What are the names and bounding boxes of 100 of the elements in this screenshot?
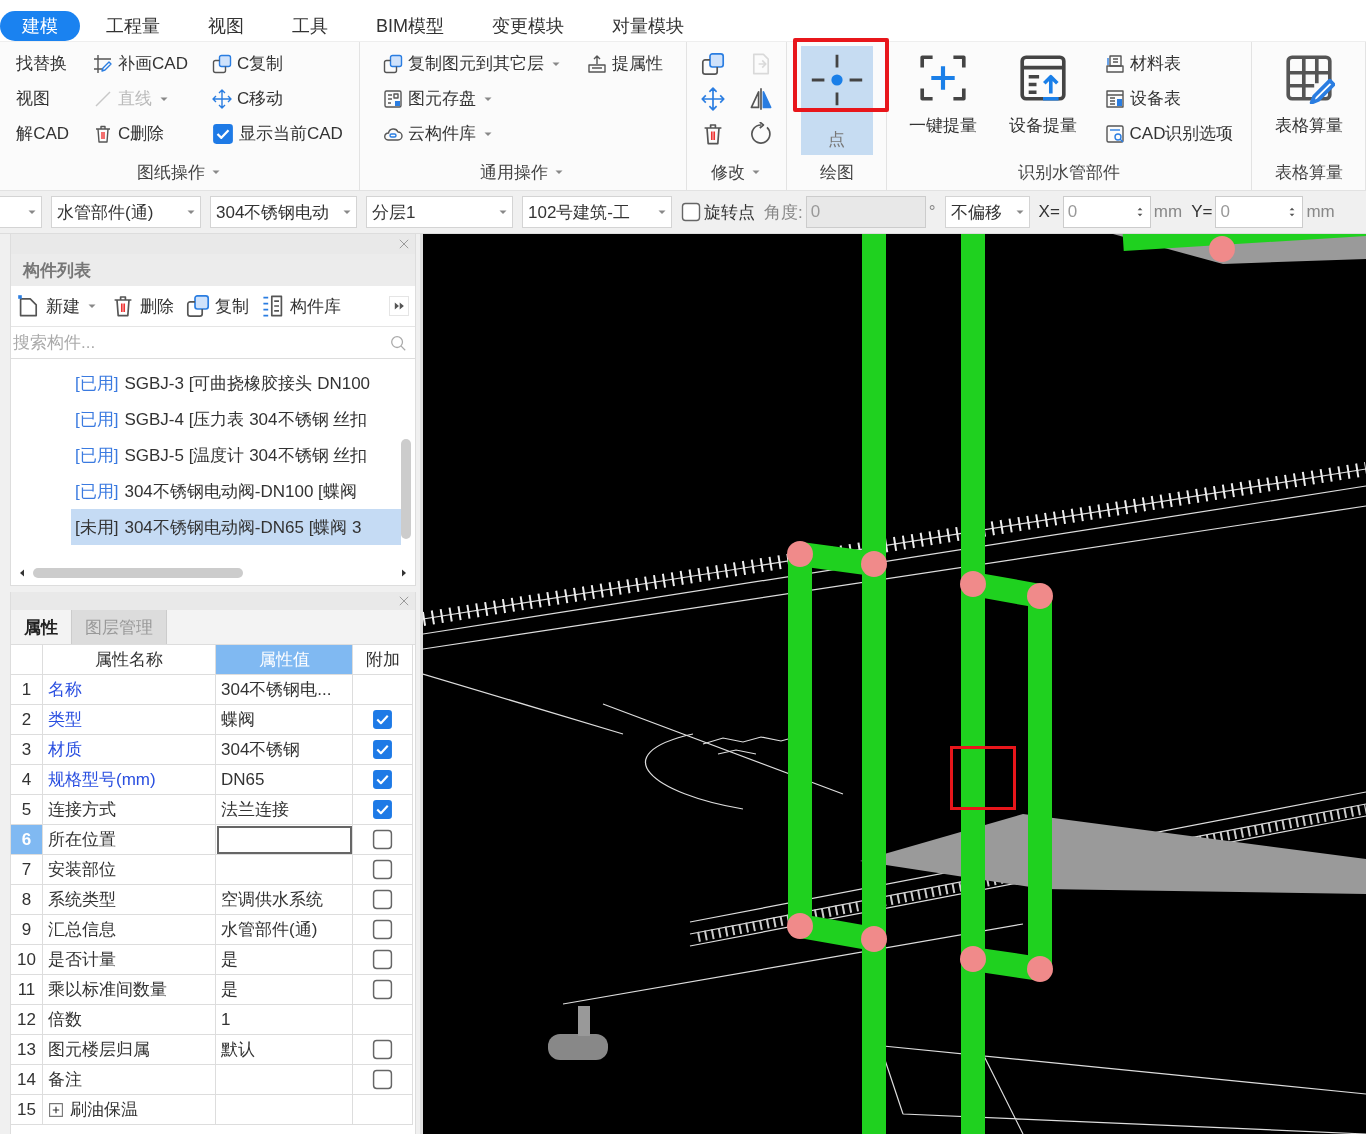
- ribbon-tab[interactable]: 对量模块: [590, 10, 706, 41]
- property-name[interactable]: 类型: [48, 708, 82, 731]
- close-icon[interactable]: [397, 594, 411, 608]
- ribbon-tab[interactable]: 视图: [186, 10, 266, 41]
- toolbar-button[interactable]: 复制: [186, 294, 249, 318]
- checkbox[interactable]: [372, 739, 393, 760]
- checkbox-label[interactable]: 旋转点: [704, 200, 755, 224]
- mirror-icon[interactable]: [748, 86, 773, 111]
- property-value[interactable]: 法兰连接: [221, 798, 289, 821]
- property-name[interactable]: 系统类型: [48, 888, 116, 911]
- property-value[interactable]: 蝶阀: [221, 708, 255, 731]
- checkbox[interactable]: [372, 1069, 393, 1090]
- property-value[interactable]: 是: [221, 948, 238, 971]
- property-name[interactable]: 所在位置: [48, 828, 116, 851]
- toolbar-button[interactable]: 构件库: [261, 294, 341, 318]
- group-label: 绘图: [819, 161, 854, 184]
- property-name[interactable]: 安装部位: [48, 858, 116, 881]
- dropdown[interactable]: 分层1: [366, 196, 513, 228]
- search-field[interactable]: 搜索构件...: [13, 332, 313, 353]
- property-value[interactable]: 空调供水系统: [221, 888, 323, 911]
- property-name[interactable]: 连接方式: [48, 798, 116, 821]
- list-item[interactable]: [已用] SGBJ-5 [温度计 304不锈钢 丝扣: [71, 437, 401, 473]
- ribbon-button[interactable]: 云构件库: [383, 122, 563, 145]
- input-field[interactable]: [216, 825, 353, 855]
- ribbon-button[interactable]: C复制: [211, 52, 343, 75]
- ribbon-button[interactable]: CAD识别选项: [1104, 122, 1234, 145]
- ribbon-large-button[interactable]: 表格算量: [1270, 46, 1347, 155]
- ribbon-tab[interactable]: 变更模块: [470, 10, 586, 41]
- move-icon[interactable]: [700, 86, 725, 111]
- ribbon-button[interactable]: 复制图元到其它层: [383, 52, 563, 75]
- ribbon-tab[interactable]: 建模: [0, 10, 80, 41]
- ribbon-button[interactable]: 设备表: [1104, 87, 1234, 110]
- checkbox[interactable]: [372, 979, 393, 1000]
- dropdown[interactable]: 102号建筑-工: [522, 196, 672, 228]
- ribbon-button[interactable]: 补画CAD: [93, 52, 188, 75]
- checkbox[interactable]: [372, 769, 393, 790]
- property-value[interactable]: 304不锈钢: [221, 738, 301, 761]
- rotate-icon[interactable]: [748, 121, 773, 146]
- checkbox[interactable]: [372, 949, 393, 970]
- ribbon-button[interactable]: 找替换: [16, 52, 70, 75]
- checkbox[interactable]: [372, 709, 393, 730]
- list-item[interactable]: [已用] SGBJ-3 [可曲挠橡胶接头 DN100: [71, 365, 401, 401]
- expand-icon[interactable]: [48, 1101, 64, 1118]
- list-item[interactable]: [已用] 304不锈钢电动阀-DN100 [蝶阀: [71, 473, 401, 509]
- property-name[interactable]: 刷油保温: [70, 1098, 138, 1121]
- property-name[interactable]: 是否计量: [48, 948, 116, 971]
- property-name[interactable]: 备注: [48, 1068, 82, 1091]
- ribbon-tab[interactable]: 工具: [270, 10, 350, 41]
- scrollbar-thumb[interactable]: [33, 568, 243, 578]
- document-tray-icon: [1104, 53, 1125, 74]
- ribbon-button[interactable]: 图元存盘: [383, 87, 563, 110]
- ribbon-button[interactable]: 视图: [16, 87, 70, 110]
- group-label: 通用操作: [480, 161, 548, 184]
- checkbox[interactable]: [681, 202, 701, 222]
- property-name[interactable]: 材质: [48, 738, 82, 761]
- checkbox[interactable]: [372, 1039, 393, 1060]
- ribbon-button[interactable]: 提属性: [587, 52, 663, 75]
- property-value[interactable]: 默认: [221, 1038, 255, 1061]
- toolbar-button[interactable]: 新建: [17, 294, 99, 318]
- ribbon-button[interactable]: 解CAD: [16, 122, 70, 145]
- property-value[interactable]: DN65: [221, 769, 265, 790]
- checkbox[interactable]: [372, 889, 393, 910]
- column-header[interactable]: 附加: [353, 645, 413, 675]
- property-value[interactable]: 304不锈钢电...: [221, 678, 332, 701]
- dropdown[interactable]: 304不锈钢电动: [210, 196, 357, 228]
- ribbon-tab[interactable]: 工程量: [84, 10, 182, 41]
- ribbon-button[interactable]: C移动: [211, 87, 343, 110]
- checkbox[interactable]: [211, 122, 234, 145]
- property-name[interactable]: 乘以标准间数量: [48, 978, 167, 1001]
- scrollbar-thumb[interactable]: [401, 439, 411, 539]
- checkbox[interactable]: [372, 799, 393, 820]
- dropdown[interactable]: 水管部件(通): [51, 196, 201, 228]
- property-name[interactable]: 汇总信息: [48, 918, 116, 941]
- checkbox[interactable]: [372, 859, 393, 880]
- search-icon[interactable]: [389, 333, 407, 352]
- list-item[interactable]: [未用] 304不锈钢电动阀-DN65 [蝶阀 3: [71, 509, 401, 545]
- property-name[interactable]: 倍数: [48, 1008, 82, 1031]
- row-number: 8: [11, 885, 43, 915]
- property-name[interactable]: 规格型号(mm): [48, 768, 156, 791]
- ribbon-button[interactable]: 材料表: [1104, 52, 1234, 75]
- close-icon[interactable]: [397, 237, 411, 251]
- dropdown[interactable]: 不偏移: [944, 196, 1030, 228]
- toolbar-button[interactable]: 删除: [111, 294, 174, 318]
- property-value[interactable]: 水管部件(通): [221, 918, 318, 941]
- property-name[interactable]: 名称: [48, 678, 82, 701]
- field-label: X=: [1038, 202, 1060, 222]
- checkbox-label[interactable]: 显示当前CAD: [238, 122, 343, 145]
- checkbox[interactable]: [372, 919, 393, 940]
- property-name[interactable]: 图元楼层归属: [48, 1038, 150, 1061]
- ribbon-large-button[interactable]: 设备提量: [1004, 46, 1081, 155]
- list-item[interactable]: [已用] SGBJ-4 [压力表 304不锈钢 丝扣: [71, 401, 401, 437]
- ribbon-button[interactable]: C删除: [93, 122, 188, 145]
- copy-icon[interactable]: [700, 51, 725, 76]
- ribbon-large-button[interactable]: 一键提量: [904, 46, 981, 155]
- unit-label: mm: [1153, 202, 1183, 222]
- property-value[interactable]: 1: [221, 1009, 231, 1030]
- property-value[interactable]: 是: [221, 978, 238, 1001]
- checkbox[interactable]: [372, 829, 393, 850]
- ribbon-tab[interactable]: BIM模型: [354, 10, 466, 41]
- unit-label: °: [928, 202, 936, 222]
